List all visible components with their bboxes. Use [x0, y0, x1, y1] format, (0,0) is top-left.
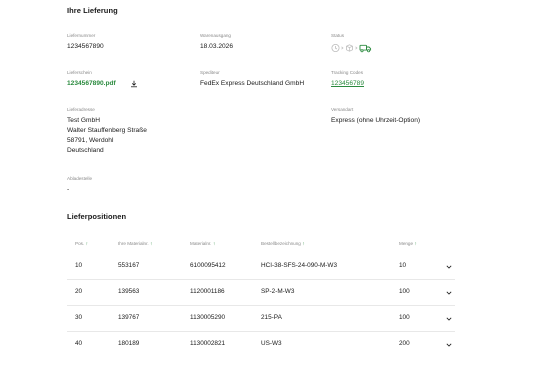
address-line: Deutschland	[67, 147, 104, 154]
cell-customer-material: 180189	[118, 340, 140, 347]
cell-material: 1120001186	[190, 288, 225, 295]
package-icon	[346, 44, 353, 52]
cell-material: 1130002821	[190, 340, 226, 347]
carrier-value: FedEx Express Deutschland GmbH	[200, 80, 305, 87]
sort-arrow-icon: ↑	[85, 241, 88, 246]
chevron-down-icon[interactable]	[445, 289, 453, 297]
positions-section-title: Lieferpositionen	[67, 212, 127, 221]
sort-arrow-icon: ↑	[150, 241, 153, 246]
column-header-material[interactable]: Materialnr. ↑	[190, 241, 215, 246]
column-header-pos[interactable]: Pos. ↑	[75, 241, 88, 246]
column-header-customer-material[interactable]: Ihre Materialnr. ↑	[118, 241, 152, 246]
cell-pos: 20	[75, 288, 83, 295]
chevron-right-icon	[341, 46, 344, 50]
cell-description: US-W3	[261, 340, 282, 347]
status-tracker	[331, 43, 391, 53]
unloading-point-label: Abladestelle	[67, 176, 93, 181]
tracking-code-link[interactable]: 123456789	[331, 79, 364, 88]
address-line: 58791, Werdohl	[67, 137, 114, 144]
cell-customer-material: 139563	[118, 288, 140, 295]
cell-quantity: 10	[399, 262, 407, 269]
table-row[interactable]: 30 139767 1130005290 215-PA 100	[67, 306, 459, 331]
cell-material: 1130005290	[190, 314, 226, 321]
sort-arrow-icon: ↑	[302, 241, 305, 246]
address-label: Lieferadresse	[67, 107, 95, 112]
chevron-down-icon[interactable]	[445, 263, 453, 271]
cell-description: HCI-38-SFS-24-090-M-W3	[261, 262, 337, 269]
unloading-point-value: -	[67, 186, 70, 193]
cell-pos: 10	[75, 262, 83, 269]
address-line: Test GmbH	[67, 117, 100, 124]
chevron-down-icon[interactable]	[445, 315, 453, 323]
delivery-note-link[interactable]: 1234567890.pdf	[67, 79, 116, 88]
cell-material: 6100095412	[190, 262, 226, 269]
cell-quantity: 100	[399, 314, 410, 321]
column-header-description[interactable]: Bestellbezeichnung ↑	[261, 241, 305, 246]
table-row[interactable]: 20 139563 1120001186 SP-2-M-W3 100	[67, 280, 459, 305]
cell-quantity: 200	[399, 340, 410, 347]
chevron-down-icon[interactable]	[445, 341, 453, 349]
table-row[interactable]: 10 553167 6100095412 HCI-38-SFS-24-090-M…	[67, 254, 459, 279]
cell-description: 215-PA	[261, 314, 282, 321]
tracking-label: Tracking Codes	[331, 70, 363, 75]
clock-icon	[331, 44, 340, 52]
delivery-note-label: Lieferschein	[67, 70, 92, 75]
column-header-quantity[interactable]: Menge ↑	[399, 241, 417, 246]
truck-icon	[359, 44, 372, 53]
delivery-number-value: 1234567890	[67, 43, 104, 50]
status-label: Status	[331, 33, 345, 38]
download-icon[interactable]	[130, 80, 138, 88]
carrier-label: Spediteur	[200, 70, 220, 75]
sort-arrow-icon: ↑	[212, 241, 216, 246]
table-row[interactable]: 40 180189 1130002821 US-W3 200	[67, 332, 459, 357]
cell-pos: 30	[75, 314, 83, 321]
chevron-right-icon	[355, 46, 358, 50]
cell-description: SP-2-M-W3	[261, 288, 295, 295]
cell-quantity: 100	[399, 288, 410, 295]
address-line: Walter Stauffenberg Straße	[67, 127, 147, 134]
goods-issue-value: 18.03.2026	[200, 43, 234, 50]
goods-issue-label: Warenausgang	[200, 33, 231, 38]
shipping-type-label: Versandart	[331, 107, 354, 112]
sort-arrow-icon: ↑	[414, 241, 417, 246]
cell-customer-material: 139767	[118, 314, 140, 321]
shipping-type-value: Express (ohne Uhrzeit-Option)	[331, 117, 421, 124]
cell-customer-material: 553167	[118, 262, 140, 269]
delivery-section-title: Ihre Lieferung	[67, 6, 118, 15]
cell-pos: 40	[75, 340, 83, 347]
delivery-number-label: Liefernummer	[67, 33, 96, 38]
